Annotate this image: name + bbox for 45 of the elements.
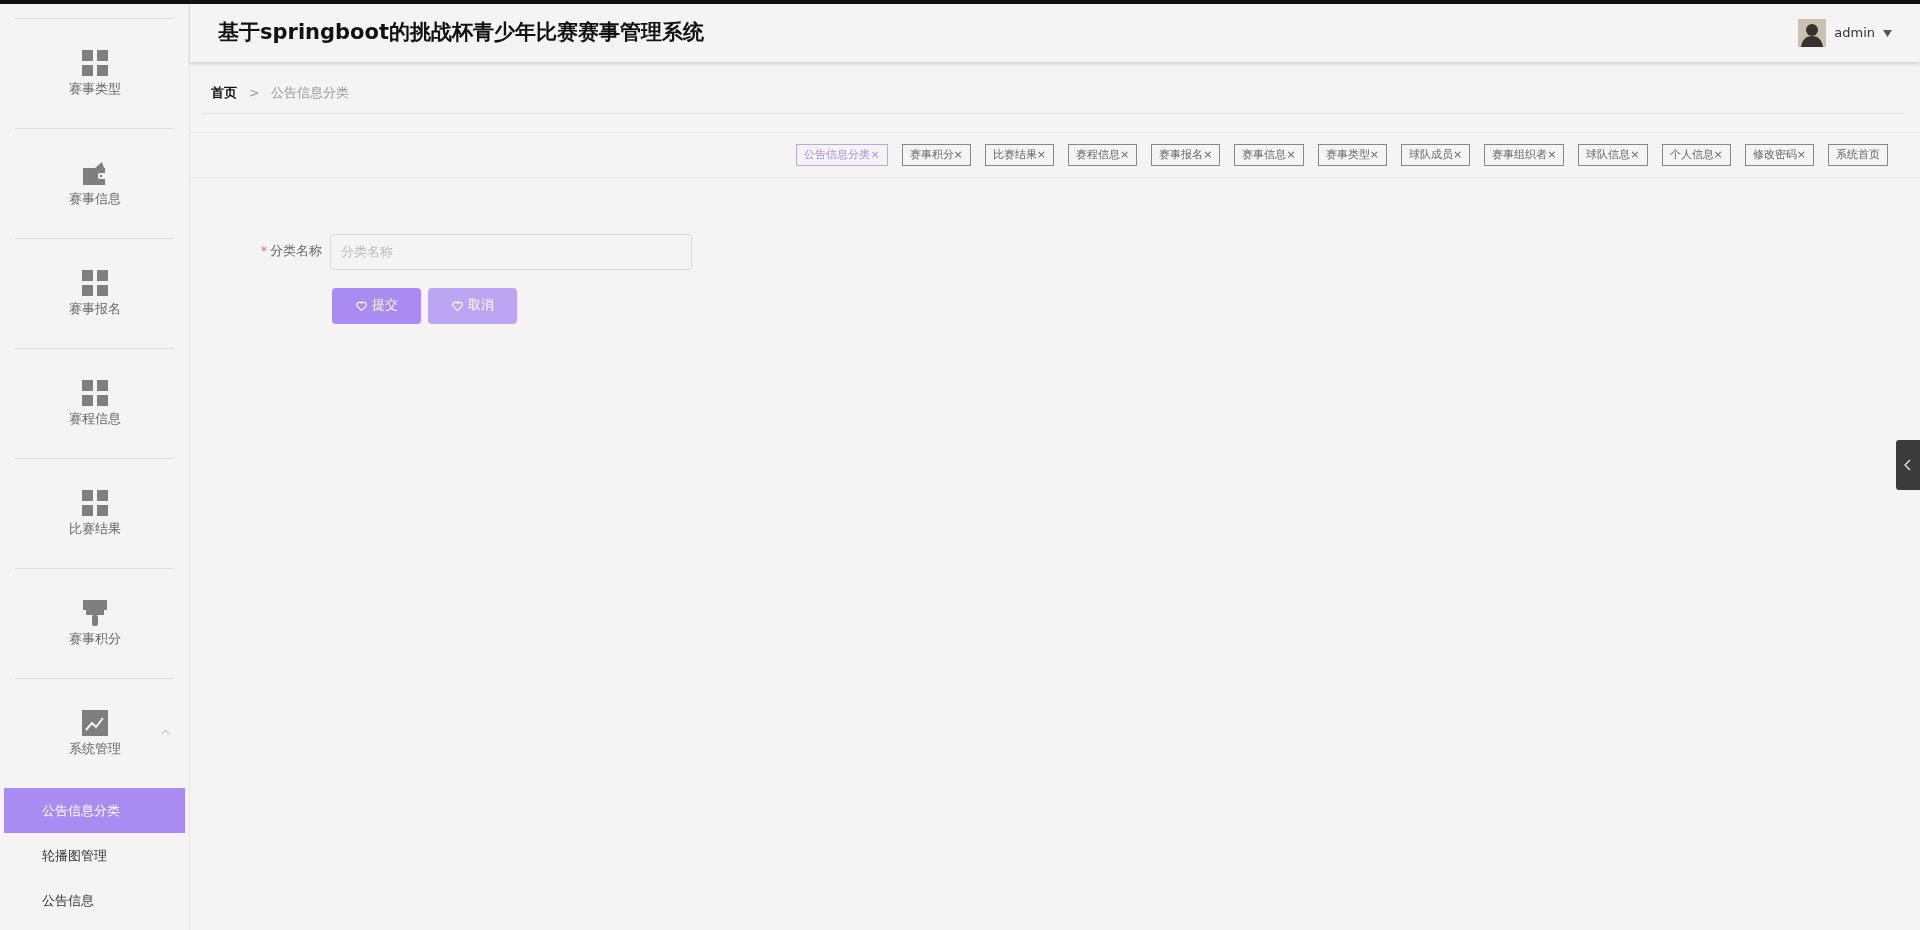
tab[interactable]: 赛事报名× [1151, 143, 1221, 166]
sidebar-label: 系统管理 [68, 739, 121, 758]
grid-icon [80, 378, 109, 407]
submenu-item[interactable]: 公告信息 [4, 878, 185, 923]
sidebar-item[interactable]: 赛事积分 [15, 568, 174, 678]
sidebar-label: 赛事信息 [68, 189, 121, 208]
grid-icon [80, 48, 109, 77]
heart-icon [451, 300, 463, 311]
tab[interactable]: 赛程信息× [1068, 143, 1138, 166]
breadcrumb-separator: > [249, 84, 260, 102]
tab[interactable]: 球队成员× [1400, 143, 1471, 166]
tab[interactable]: 赛事信息× [1234, 143, 1304, 166]
tab[interactable]: 修改密码× [1744, 143, 1814, 166]
tab[interactable]: 比赛结果× [984, 143, 1055, 166]
sidebar-label: 赛事类型 [68, 79, 121, 98]
field-label: * 分类名称 [259, 242, 322, 261]
brush-icon [80, 598, 109, 627]
tab[interactable]: 球队信息× [1578, 143, 1648, 166]
heart-icon [355, 300, 367, 311]
sidebar-item[interactable]: 赛事类型 [15, 18, 174, 128]
chart-icon [80, 708, 109, 737]
app-title: 基于springboot的挑战杯青少年比赛赛事管理系统 [218, 19, 704, 47]
breadcrumb-current: 公告信息分类 [271, 84, 350, 102]
chevron-left-icon [1904, 459, 1912, 471]
sidebar-label: 赛程信息 [68, 409, 121, 428]
grid-icon [80, 268, 109, 297]
submenu-item[interactable]: 轮播图管理 [4, 833, 185, 878]
sidebar-label: 赛事报名 [68, 299, 121, 318]
dropdown-caret-icon[interactable] [1883, 29, 1892, 37]
collapse-button[interactable] [1896, 440, 1920, 490]
sidebar-item[interactable]: 赛事报名 [15, 238, 174, 348]
sidebar-item[interactable]: 赛事信息 [15, 128, 174, 238]
tab[interactable]: 赛事积分× [901, 143, 971, 166]
sidebar-label: 赛事积分 [68, 629, 121, 648]
user-name[interactable]: admin [1834, 23, 1875, 43]
tab[interactable]: 个人信息× [1661, 143, 1731, 166]
tab[interactable]: 赛事类型× [1317, 143, 1387, 166]
tab[interactable]: 赛事组织者× [1484, 143, 1565, 166]
avatar-icon[interactable] [1798, 19, 1827, 47]
sidebar-label: 比赛结果 [68, 519, 121, 538]
sidebar-item[interactable]: 比赛结果 [15, 458, 174, 568]
breadcrumb-link[interactable]: 首页 [211, 84, 237, 103]
sidebar-item[interactable]: 赛程信息 [15, 348, 174, 458]
grid-icon [80, 488, 109, 517]
tab[interactable]: 系统首页 [1828, 143, 1888, 166]
